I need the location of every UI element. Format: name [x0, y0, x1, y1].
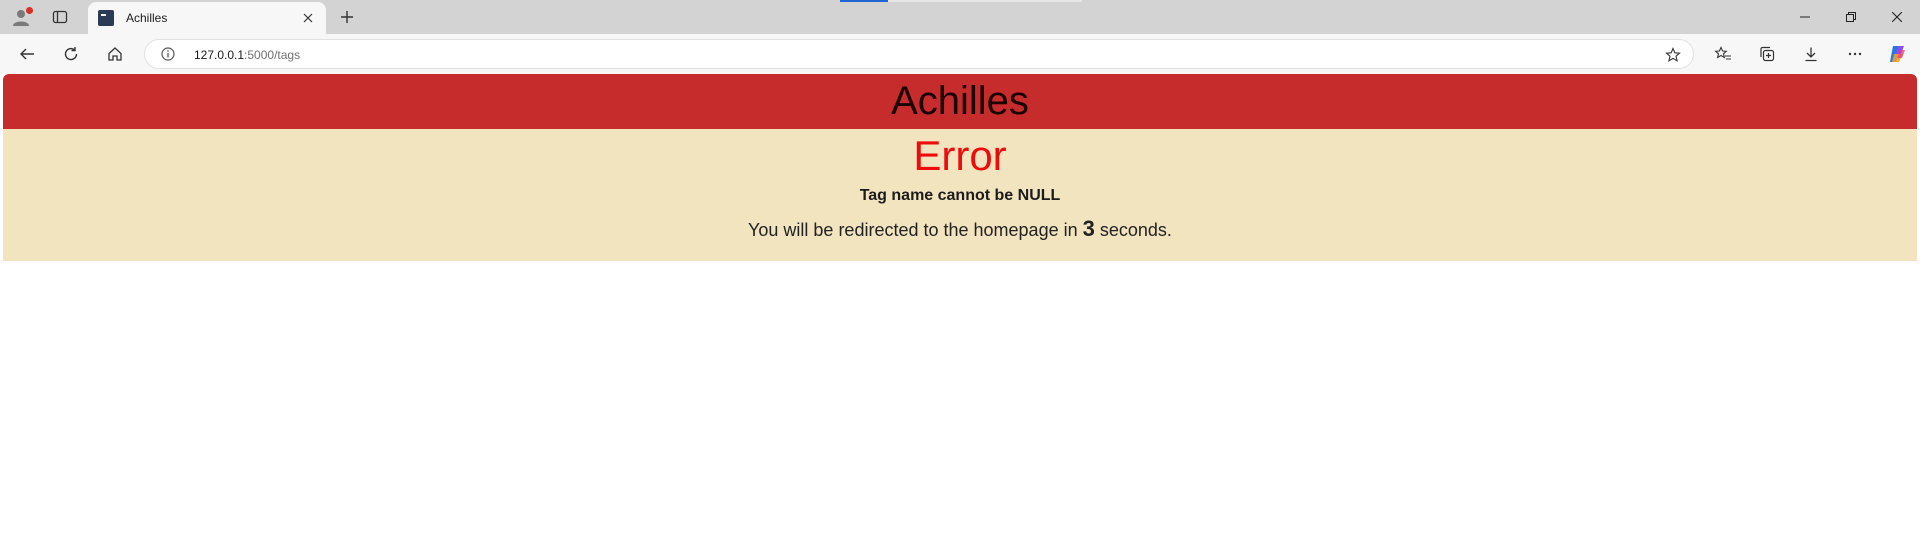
download-icon: [1805, 47, 1817, 62]
url-host: 127.0.0.1: [194, 48, 245, 62]
profile-button[interactable]: [4, 3, 38, 31]
refresh-button[interactable]: [54, 39, 88, 69]
url-path: :5000/tags: [244, 48, 301, 62]
info-icon[interactable]: [161, 47, 175, 61]
minimize-icon: [1800, 16, 1810, 18]
tab-strip: Achilles: [0, 0, 1920, 34]
favorites-button[interactable]: [1706, 39, 1740, 69]
collections-button[interactable]: [1750, 39, 1784, 69]
app-header: Achilles: [3, 74, 1917, 129]
url-text[interactable]: 127.0.0.1:5000/tags: [194, 48, 300, 62]
copilot-icon: [1890, 46, 1905, 62]
app-title: Achilles: [891, 79, 1029, 123]
error-title: Error: [913, 132, 1007, 179]
error-message: Tag name cannot be NULL: [859, 187, 1061, 204]
browser-toolbar: 127.0.0.1:5000/tags: [0, 34, 1920, 74]
add-favorite-button[interactable]: [1663, 45, 1683, 65]
settings-more-button[interactable]: [1838, 39, 1872, 69]
back-button[interactable]: [10, 39, 44, 69]
notification-dot: [26, 7, 33, 14]
new-tab-button[interactable]: [330, 3, 364, 31]
restore-icon: [1846, 12, 1856, 22]
redirect-notice: You will be redirected to the homepage i…: [3, 216, 1917, 242]
tab-scroll-indicator: [840, 0, 888, 2]
tab-actions-icon: [52, 10, 68, 24]
restore-button[interactable]: [1828, 0, 1874, 34]
redirect-suffix: seconds.: [1099, 220, 1172, 240]
downloads-button[interactable]: [1794, 39, 1828, 69]
window-close-icon: [1892, 12, 1902, 22]
plus-icon: [341, 11, 353, 23]
close-icon: [303, 13, 313, 23]
tab-scroll-track: [888, 0, 1082, 2]
terminal-favicon-icon: [98, 10, 114, 26]
home-button[interactable]: [98, 39, 132, 69]
star-icon: [1665, 47, 1681, 62]
tab-close-button[interactable]: [296, 6, 320, 30]
collections-icon: [1760, 46, 1775, 62]
window-close-button[interactable]: [1874, 0, 1920, 34]
tab-actions-button[interactable]: [43, 3, 77, 31]
refresh-icon: [64, 47, 78, 61]
favorites-icon: [1714, 46, 1731, 60]
redirect-prefix: You will be redirected to the homepage i…: [748, 220, 1078, 240]
back-icon: [20, 48, 34, 60]
tab-title: Achilles: [126, 11, 168, 25]
address-bar[interactable]: 127.0.0.1:5000/tags: [144, 39, 1694, 69]
tab-achilles[interactable]: Achilles: [88, 2, 326, 34]
copilot-button[interactable]: [1880, 39, 1914, 69]
minimize-button[interactable]: [1782, 0, 1828, 34]
page-content: Achilles Error Tag name cannot be NULL Y…: [3, 74, 1917, 534]
error-panel: Error Tag name cannot be NULL You will b…: [3, 129, 1917, 261]
home-icon: [108, 47, 122, 61]
countdown-value: 3: [1082, 216, 1095, 241]
more-icon: [1848, 52, 1862, 56]
